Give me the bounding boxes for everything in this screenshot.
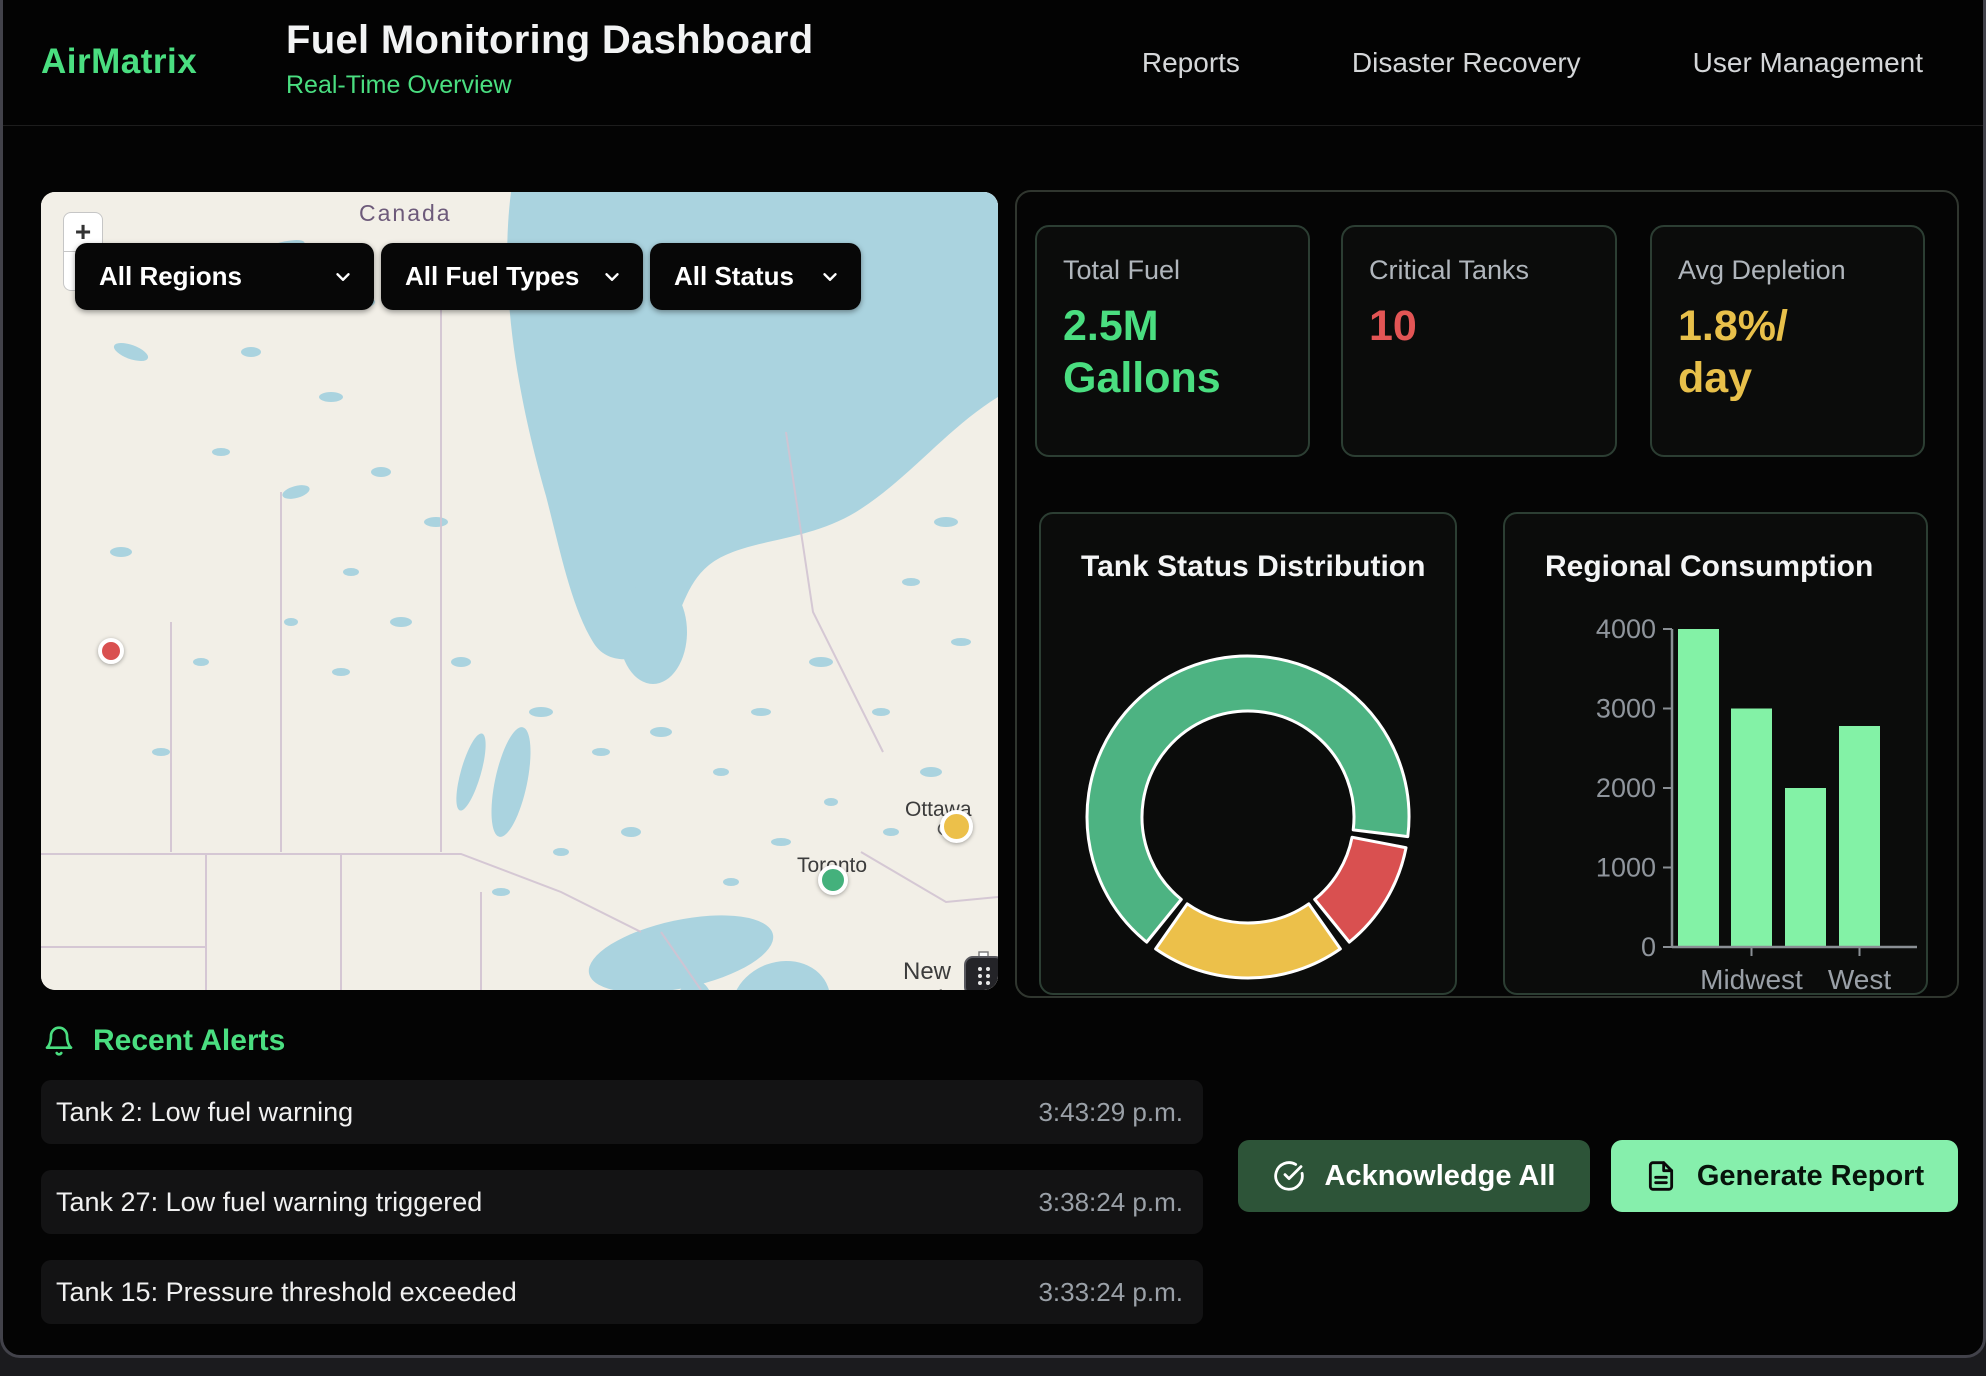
map-marker-critical[interactable] [98,638,124,664]
overview-panel: Total Fuel 2.5M Gallons Critical Tanks 10 Av… [1015,190,1959,998]
acknowledge-all-button[interactable]: Acknowledge All [1238,1140,1590,1212]
header-bar: AirMatrix Fuel Monitoring Dashboard Real… [3,0,1983,126]
alerts-title: Recent Alerts [93,1024,285,1058]
donut-chart-title: Tank Status Distribution [1081,550,1425,584]
regional-consumption-card: 0 1000 2000 3000 4000 Midwest West Regional Co… [1503,512,1928,995]
bar-chart: 0 1000 2000 3000 4000 Midwest West [1505,514,1928,995]
tank-status-card: Tank Status Distribution [1039,512,1457,995]
x-tick-label-west: West [1828,964,1891,995]
check-circle-icon [1273,1160,1305,1192]
action-button-label: Generate Report [1697,1160,1924,1193]
map-filters: All Regions All Fuel Types All Status [75,243,861,310]
alert-message: Tank 15: Pressure threshold exceeded [56,1277,517,1308]
map-marker-normal[interactable] [818,865,848,895]
alert-time: 3:43:29 p.m. [1038,1097,1183,1128]
x-tick-label-midwest: Midwest [1700,964,1803,995]
stat-value: 10 [1369,300,1544,352]
alert-message: Tank 2: Low fuel warning [56,1097,353,1128]
generate-report-button[interactable]: Generate Report [1611,1140,1958,1212]
chevron-down-icon [332,266,354,288]
bar-region-0 [1678,629,1719,947]
nav-item-reports[interactable]: Reports [1142,47,1240,79]
alert-time: 3:33:24 p.m. [1038,1277,1183,1308]
bar-chart-title: Regional Consumption [1545,550,1873,584]
nav-item-user-management[interactable]: User Management [1693,47,1923,79]
alert-row[interactable]: Tank 27: Low fuel warning triggered 3:38:… [41,1170,1203,1234]
page-subtitle: Real-Time Overview [286,71,813,100]
map-panel: Canada Ottawa Toronto New York + − All R… [41,192,998,990]
stat-label: Total Fuel [1063,255,1282,286]
nav-item-disaster-recovery[interactable]: Disaster Recovery [1352,47,1581,79]
bell-icon [43,1025,75,1057]
alert-message: Tank 27: Low fuel warning triggered [56,1187,482,1218]
filter-label: All Status [674,261,794,292]
donut-segment-critical [1315,837,1406,942]
map-canvas[interactable] [41,192,998,990]
filter-all-status[interactable]: All Status [650,243,861,310]
stat-value: 1.8%/ day [1678,300,1853,405]
y-tick-label: 1000 [1596,853,1656,883]
alert-time: 3:38:24 p.m. [1038,1187,1183,1218]
title-block: Fuel Monitoring Dashboard Real-Time Over… [286,18,813,100]
y-tick-label: 2000 [1596,773,1656,803]
filter-label: All Regions [99,261,242,292]
y-tick-label: 0 [1641,932,1656,962]
filter-label: All Fuel Types [405,261,579,292]
stat-card-avg-depletion: Avg Depletion 1.8%/ day [1650,225,1925,457]
page-title: Fuel Monitoring Dashboard [286,18,813,63]
y-tick-label: 3000 [1596,694,1656,724]
alert-row[interactable]: Tank 2: Low fuel warning 3:43:29 p.m. [41,1080,1203,1144]
app-window: AirMatrix Fuel Monitoring Dashboard Real… [0,0,1986,1358]
filter-all-regions[interactable]: All Regions [75,243,374,310]
donut-segment-warning [1156,904,1341,978]
y-tick-label: 4000 [1596,614,1656,644]
resize-grip-handle[interactable] [964,956,998,990]
alert-row[interactable]: Tank 15: Pressure threshold exceeded 3:33… [41,1260,1203,1324]
chevron-down-icon [601,266,623,288]
bar-region-1 [1731,709,1772,948]
grip-dots-icon [971,963,997,989]
stat-label: Critical Tanks [1369,255,1589,286]
stat-card-total-fuel: Total Fuel 2.5M Gallons [1035,225,1310,457]
donut-chart [1041,514,1457,995]
stat-card-critical-tanks: Critical Tanks 10 [1341,225,1617,457]
main-nav: Reports Disaster Recovery User Management [1142,0,1923,125]
brand-logo[interactable]: AirMatrix [41,42,197,82]
action-button-label: Acknowledge All [1325,1160,1556,1193]
chevron-down-icon [819,266,841,288]
document-icon [1645,1160,1677,1192]
bar-region-2 [1785,788,1826,947]
filter-all-fuel-types[interactable]: All Fuel Types [381,243,643,310]
alerts-header: Recent Alerts [43,1024,285,1058]
bar-region-3 [1839,726,1880,947]
stat-label: Avg Depletion [1678,255,1897,286]
map-marker-warning[interactable] [940,810,973,843]
stat-value: 2.5M Gallons [1063,300,1238,405]
